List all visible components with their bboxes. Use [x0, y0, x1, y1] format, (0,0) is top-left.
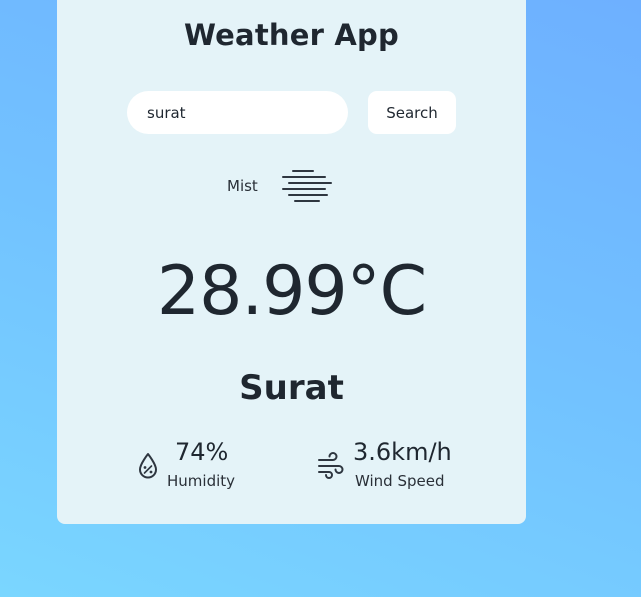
city-name: Surat — [239, 368, 344, 408]
mist-icon — [279, 166, 335, 210]
humidity-label: Humidity — [167, 472, 236, 490]
humidity-value: 74% — [175, 438, 229, 466]
wind-value: 3.6km/h — [353, 438, 452, 466]
weather-condition: Mist — [57, 166, 526, 206]
condition-label: Mist — [227, 177, 258, 195]
search-input[interactable] — [127, 91, 348, 134]
wind-label: Wind Speed — [355, 472, 445, 490]
app-title: Weather App — [184, 18, 399, 52]
weather-card: Weather App Search Mist 28.99°C Surat — [57, 0, 526, 524]
temperature: 28.99°C — [156, 252, 427, 331]
wind-icon — [317, 452, 345, 484]
humidity-icon — [137, 452, 159, 484]
search-button[interactable]: Search — [368, 91, 456, 134]
